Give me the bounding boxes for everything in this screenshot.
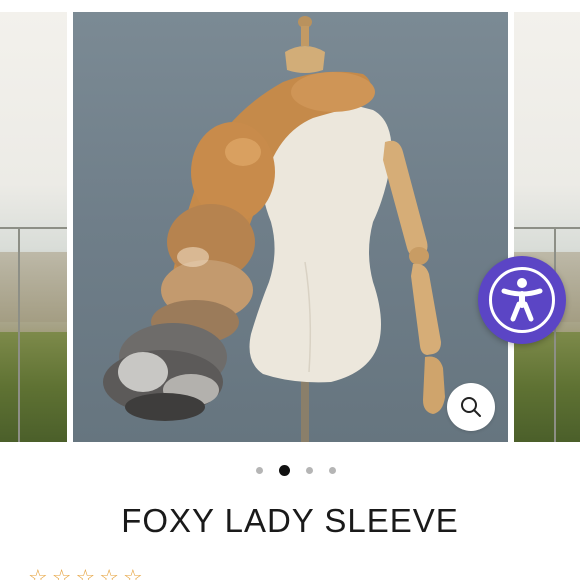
product-main-image[interactable] [73, 12, 508, 442]
star-icon: ☆ [99, 566, 119, 580]
product-image-gallery[interactable] [0, 0, 580, 446]
magnifier-icon [461, 397, 481, 417]
product-title: FOXY LADY SLEEVE [121, 502, 459, 539]
next-slide-preview[interactable] [514, 12, 580, 442]
gallery-pagination [0, 462, 580, 478]
accessibility-person-icon [501, 278, 543, 322]
star-icon: ☆ [75, 566, 96, 580]
star-icon: ☆ [122, 566, 143, 580]
star-icon: ☆ [28, 566, 48, 580]
pagination-dot-2-active[interactable] [279, 464, 290, 476]
pagination-dot-1[interactable] [256, 466, 263, 474]
zoom-button[interactable] [447, 383, 495, 431]
pagination-dot-4[interactable] [329, 466, 336, 474]
accessibility-ring [489, 267, 555, 333]
accessibility-button[interactable] [478, 256, 566, 344]
star-rating[interactable]: ☆ ☆ ☆ ☆ ☆ [28, 568, 143, 580]
star-icon: ☆ [51, 566, 72, 580]
fur-sleeve-on-mannequin-image [103, 16, 445, 442]
pagination-dot-3[interactable] [306, 466, 313, 474]
previous-slide-preview[interactable] [0, 12, 67, 442]
